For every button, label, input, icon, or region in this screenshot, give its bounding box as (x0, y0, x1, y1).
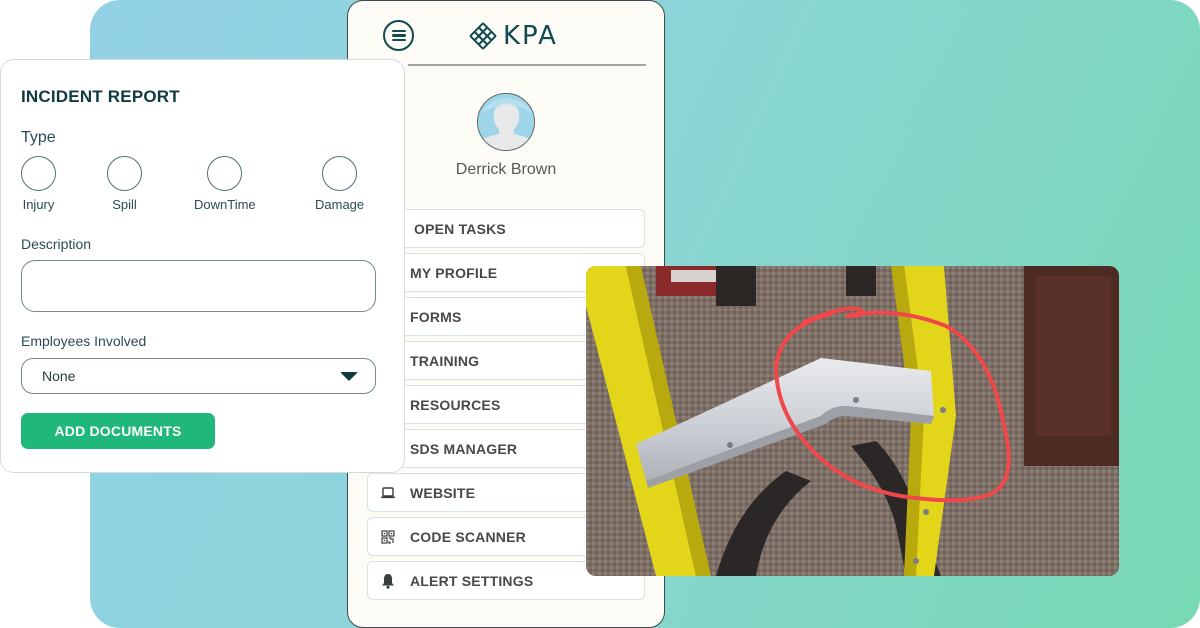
nav-item-label: ALERT SETTINGS (410, 572, 534, 589)
type-radio-group: Injury Spill DownTime Damage (1, 156, 404, 216)
add-documents-button[interactable]: ADD DOCUMENTS (21, 413, 215, 449)
incident-photo (586, 266, 1119, 576)
radio-label: Injury (22, 197, 55, 212)
laptop-icon (380, 485, 396, 501)
app-header: KPA (348, 1, 664, 67)
nav-item-label: MY PROFILE (410, 264, 498, 281)
bell-icon (380, 573, 396, 589)
user-silhouette-icon (478, 94, 534, 150)
employees-selected-value: None (42, 368, 76, 384)
logo-text: KPA (503, 21, 558, 51)
hamburger-icon (391, 30, 406, 41)
employees-label: Employees Involved (21, 333, 147, 349)
caret-down-icon (340, 372, 358, 381)
radio-label: DownTime (194, 197, 256, 212)
type-option-damage[interactable]: Damage (315, 156, 364, 212)
nav-item-label: TRAINING (410, 352, 480, 369)
radio-circle[interactable] (107, 156, 142, 191)
radio-circle[interactable] (21, 156, 56, 191)
header-divider (408, 64, 646, 66)
nav-item-open-tasks[interactable]: OPEN TASKS (367, 209, 645, 248)
type-label: Type (21, 129, 56, 146)
card-title: INCIDENT REPORT (21, 87, 180, 106)
avatar[interactable] (477, 93, 535, 151)
kpa-logo: KPA (469, 21, 558, 51)
radio-label: Damage (315, 197, 365, 212)
incident-report-card: INCIDENT REPORT Type Injury Spill DownTi… (0, 59, 405, 473)
qr-code-icon (380, 529, 396, 545)
radio-label: Spill (112, 197, 137, 212)
nav-item-label: SDS MANAGER (410, 440, 518, 457)
nav-item-label: OPEN TASKS (414, 220, 506, 237)
radio-circle[interactable] (207, 156, 243, 191)
nav-item-label: CODE SCANNER (410, 528, 526, 545)
kpa-diamond-icon (469, 22, 497, 50)
damaged-ladder-image (586, 266, 1119, 576)
type-option-downtime[interactable]: DownTime (194, 156, 256, 212)
type-option-spill[interactable]: Spill (107, 156, 142, 212)
employees-select[interactable]: None (21, 358, 376, 394)
menu-button[interactable] (383, 20, 414, 51)
description-label: Description (21, 236, 92, 252)
description-input[interactable] (21, 260, 376, 312)
type-option-injury[interactable]: Injury (21, 156, 56, 212)
radio-circle[interactable] (322, 156, 358, 191)
nav-item-label: RESOURCES (410, 396, 501, 413)
nav-item-label: WEBSITE (410, 484, 476, 501)
nav-item-label: FORMS (410, 308, 462, 325)
